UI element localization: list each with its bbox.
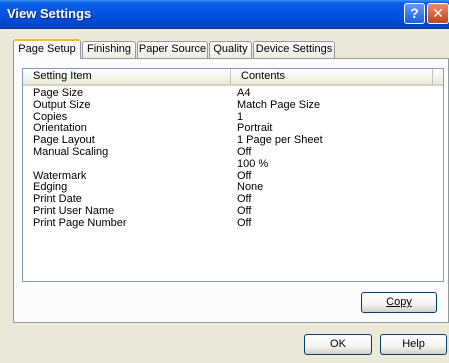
tab-finishing[interactable]: Finishing bbox=[82, 41, 136, 58]
list-item[interactable]: Print Page Number Off bbox=[23, 216, 443, 230]
list-item[interactable]: Watermark Off bbox=[23, 170, 443, 183]
column-header-setting-item[interactable]: Setting Item bbox=[23, 69, 231, 84]
column-header-contents[interactable]: Contents bbox=[231, 69, 433, 84]
list-item[interactable]: 100 % bbox=[23, 157, 443, 171]
setting-contents: 100 % bbox=[237, 157, 269, 170]
tab-quality[interactable]: Quality bbox=[209, 41, 252, 58]
ok-button-label: OK bbox=[330, 338, 346, 350]
list-item[interactable]: Print User Name Off bbox=[23, 204, 443, 218]
list-item[interactable]: Edging None bbox=[23, 182, 443, 194]
list-rows: Page Size A4 Output Size Match Page Size C… bbox=[23, 87, 443, 230]
view-settings-dialog: View Settings ? ✕ Page Setup Finishing P… bbox=[0, 0, 449, 363]
setting-item: Print User Name bbox=[33, 204, 115, 217]
help-button[interactable]: Help bbox=[380, 334, 447, 355]
list-item[interactable]: Output Size Match Page Size bbox=[23, 98, 443, 112]
tab-paper-source[interactable]: Paper Source bbox=[137, 41, 208, 58]
help-icon[interactable]: ? bbox=[404, 3, 425, 24]
settings-list[interactable]: Setting Item Contents Page Size A4 Output… bbox=[22, 68, 444, 282]
tab-device-settings[interactable]: Device Settings bbox=[253, 41, 335, 58]
setting-contents: Off bbox=[237, 145, 252, 158]
list-header: Setting Item Contents bbox=[23, 69, 443, 86]
tab-page-setup[interactable]: Page Setup bbox=[13, 39, 81, 59]
setting-item: Print Page Number bbox=[33, 216, 127, 229]
setting-item: Manual Scaling bbox=[33, 145, 109, 158]
close-icon[interactable]: ✕ bbox=[427, 3, 449, 24]
ok-button[interactable]: OK bbox=[304, 334, 372, 355]
setting-contents: Off bbox=[237, 204, 252, 217]
setting-contents: Match Page Size bbox=[237, 98, 321, 111]
help-button-label: Help bbox=[402, 338, 425, 350]
window-title: View Settings bbox=[7, 6, 92, 21]
title-bar[interactable]: View Settings ? ✕ bbox=[0, 0, 449, 29]
list-item[interactable]: Manual Scaling Off bbox=[23, 145, 443, 159]
copy-button-label: Copy bbox=[386, 296, 412, 308]
setting-item: Output Size bbox=[33, 98, 91, 111]
copy-button[interactable]: Copy bbox=[361, 292, 437, 313]
setting-contents: Off bbox=[237, 216, 252, 229]
